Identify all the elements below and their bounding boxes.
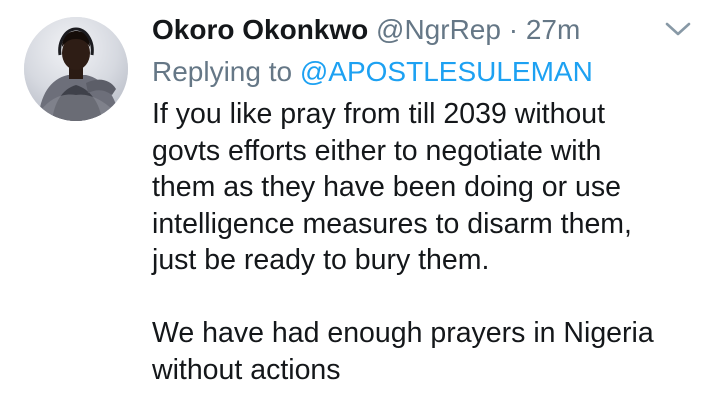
tweet-line: If you like pray from till 2039 without	[152, 98, 606, 130]
tweet-header: Okoro Okonkwo @NgrRep · 27m	[152, 12, 580, 48]
tweet-card[interactable]: Okoro Okonkwo @NgrRep · 27m Replying to …	[0, 0, 720, 418]
chevron-down-icon[interactable]	[664, 18, 692, 40]
tweet-line: them as they have been doing or use	[152, 171, 621, 203]
tweet-paragraph-1: If you like pray from till 2039 without …	[152, 96, 712, 279]
tweet-line: We have had enough prayers in Nigeria	[152, 317, 654, 349]
timestamp[interactable]: 27m	[526, 14, 580, 45]
avatar-photo	[24, 17, 128, 121]
replying-to-label: Replying to	[152, 56, 293, 87]
user-handle[interactable]: @NgrRep	[376, 14, 501, 45]
tweet-line: govts efforts either to negotiate with	[152, 134, 602, 167]
tweet-line: intelligence measures to disarm them,	[152, 207, 632, 240]
tweet-paragraph-2: We have had enough prayers in Nigeria wi…	[152, 315, 712, 388]
display-name[interactable]: Okoro Okonkwo	[152, 14, 368, 45]
avatar[interactable]	[24, 17, 128, 121]
separator-dot: ·	[508, 14, 519, 45]
tweet-text: If you like pray from till 2039 without …	[152, 96, 712, 388]
replying-to-line: Replying to @APOSTLESULEMAN	[152, 54, 593, 90]
tweet-line: just be ready to bury them.	[152, 244, 490, 276]
replying-to-mention[interactable]: @APOSTLESULEMAN	[300, 56, 593, 87]
tweet-line: without actions	[152, 353, 341, 386]
